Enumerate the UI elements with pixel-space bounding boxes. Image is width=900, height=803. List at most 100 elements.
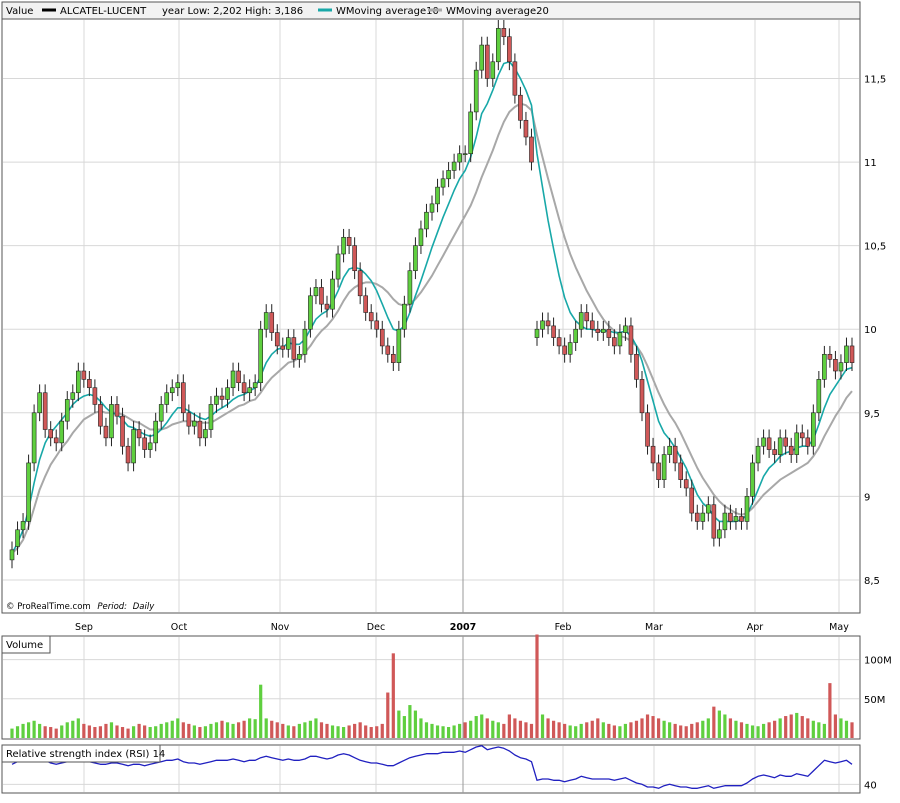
volume-bar — [21, 723, 25, 738]
candle-body — [214, 395, 219, 405]
volume-bar — [209, 723, 213, 738]
volume-bar — [253, 719, 257, 738]
volume-bar — [822, 723, 826, 738]
volume-bar — [640, 718, 644, 738]
candle-body — [42, 392, 48, 430]
credit-text: © ProRealTime.com — [6, 602, 91, 612]
candle-body — [64, 399, 70, 422]
candle-body — [402, 303, 407, 330]
volume-bar — [701, 720, 705, 738]
candle-body — [722, 512, 728, 531]
volume-bar — [54, 728, 58, 738]
volume-bar — [408, 705, 412, 738]
candle-body — [136, 429, 142, 439]
candle-body — [9, 549, 15, 561]
volume-bar — [579, 723, 583, 738]
candle-body — [777, 437, 783, 455]
volume-bar — [159, 723, 163, 738]
candle-body — [556, 337, 562, 347]
candle-body — [26, 462, 31, 522]
candle-body — [391, 353, 396, 363]
volume-bar — [723, 714, 727, 738]
candle-body — [827, 353, 833, 360]
volume-bar — [750, 725, 755, 738]
volume-bar — [551, 720, 556, 738]
volume-bar — [231, 723, 235, 738]
volume-bar — [375, 726, 379, 738]
volume-bar — [458, 723, 462, 738]
volume-bar — [303, 722, 307, 738]
candle-body — [811, 412, 816, 447]
volume-bar — [806, 718, 810, 738]
volume-bar — [424, 722, 429, 738]
price-y-tick-label: 10 — [864, 325, 877, 336]
period-label: Period: — [97, 602, 127, 612]
volume-bar — [679, 725, 683, 738]
candle-body — [341, 236, 346, 255]
period-value: Daily — [133, 602, 155, 612]
volume-bar — [126, 728, 130, 738]
candle-body — [70, 392, 76, 400]
volume-bar — [745, 723, 749, 738]
ma20-legend-label: WMoving average20 — [446, 6, 549, 17]
candle-body — [76, 370, 81, 394]
candle-body — [744, 496, 750, 522]
volume-bar — [557, 722, 561, 738]
volume-bar — [330, 725, 335, 738]
candle-body — [606, 328, 612, 338]
candle-body — [363, 295, 368, 313]
candle-body — [601, 328, 606, 333]
candle-body — [766, 437, 772, 450]
candle-body — [37, 392, 42, 414]
volume-bar — [281, 723, 285, 738]
volume-bar — [850, 722, 854, 738]
candle-body — [374, 320, 380, 330]
candle-body — [103, 425, 109, 439]
candle-body — [424, 211, 429, 230]
volume-bar — [87, 725, 91, 738]
volume-bar — [430, 723, 434, 738]
candle-body — [357, 270, 363, 297]
volume-bar — [26, 722, 31, 738]
volume-bar — [419, 718, 423, 738]
candle-body — [717, 529, 722, 539]
candle-body — [518, 94, 523, 121]
volume-bar — [49, 727, 53, 738]
volume-bar — [717, 710, 721, 738]
candle-body — [661, 454, 667, 480]
volume-bar — [165, 722, 169, 738]
volume-bar — [839, 718, 843, 738]
candle-body — [573, 328, 578, 343]
volume-bar — [601, 722, 605, 738]
price-y-tick-label: 11,5 — [864, 75, 886, 86]
price-y-tick-label: 10,5 — [864, 242, 886, 253]
volume-bar — [784, 716, 788, 738]
candle-body — [844, 345, 849, 363]
candle-body — [545, 320, 551, 327]
rsi-label: Relative strength index (RSI) 14 — [6, 749, 165, 760]
candle-body — [750, 462, 755, 497]
candle — [31, 404, 37, 472]
candle-body — [623, 325, 628, 333]
volume-bar — [485, 718, 489, 738]
volume-bar — [734, 720, 738, 738]
candle-body — [429, 203, 435, 213]
volume-bar — [187, 723, 191, 738]
volume-bar — [756, 726, 760, 738]
candle-body — [435, 186, 440, 205]
volume-bar — [192, 725, 196, 738]
volume-bar — [585, 722, 589, 738]
candle-body — [584, 312, 590, 322]
candle-body — [567, 342, 573, 355]
volume-bar — [71, 720, 75, 738]
rsi-y-axis: 40 — [864, 780, 877, 791]
ticker-label: ALCATEL-LUCENT — [60, 6, 147, 17]
value-label: Value — [6, 6, 33, 17]
candle-body — [667, 445, 672, 455]
candle-body — [529, 136, 534, 163]
candle-body — [114, 404, 120, 417]
candle-body — [203, 429, 208, 439]
candle-body — [131, 429, 136, 464]
candle-body — [761, 437, 766, 447]
volume-bar — [767, 722, 771, 738]
